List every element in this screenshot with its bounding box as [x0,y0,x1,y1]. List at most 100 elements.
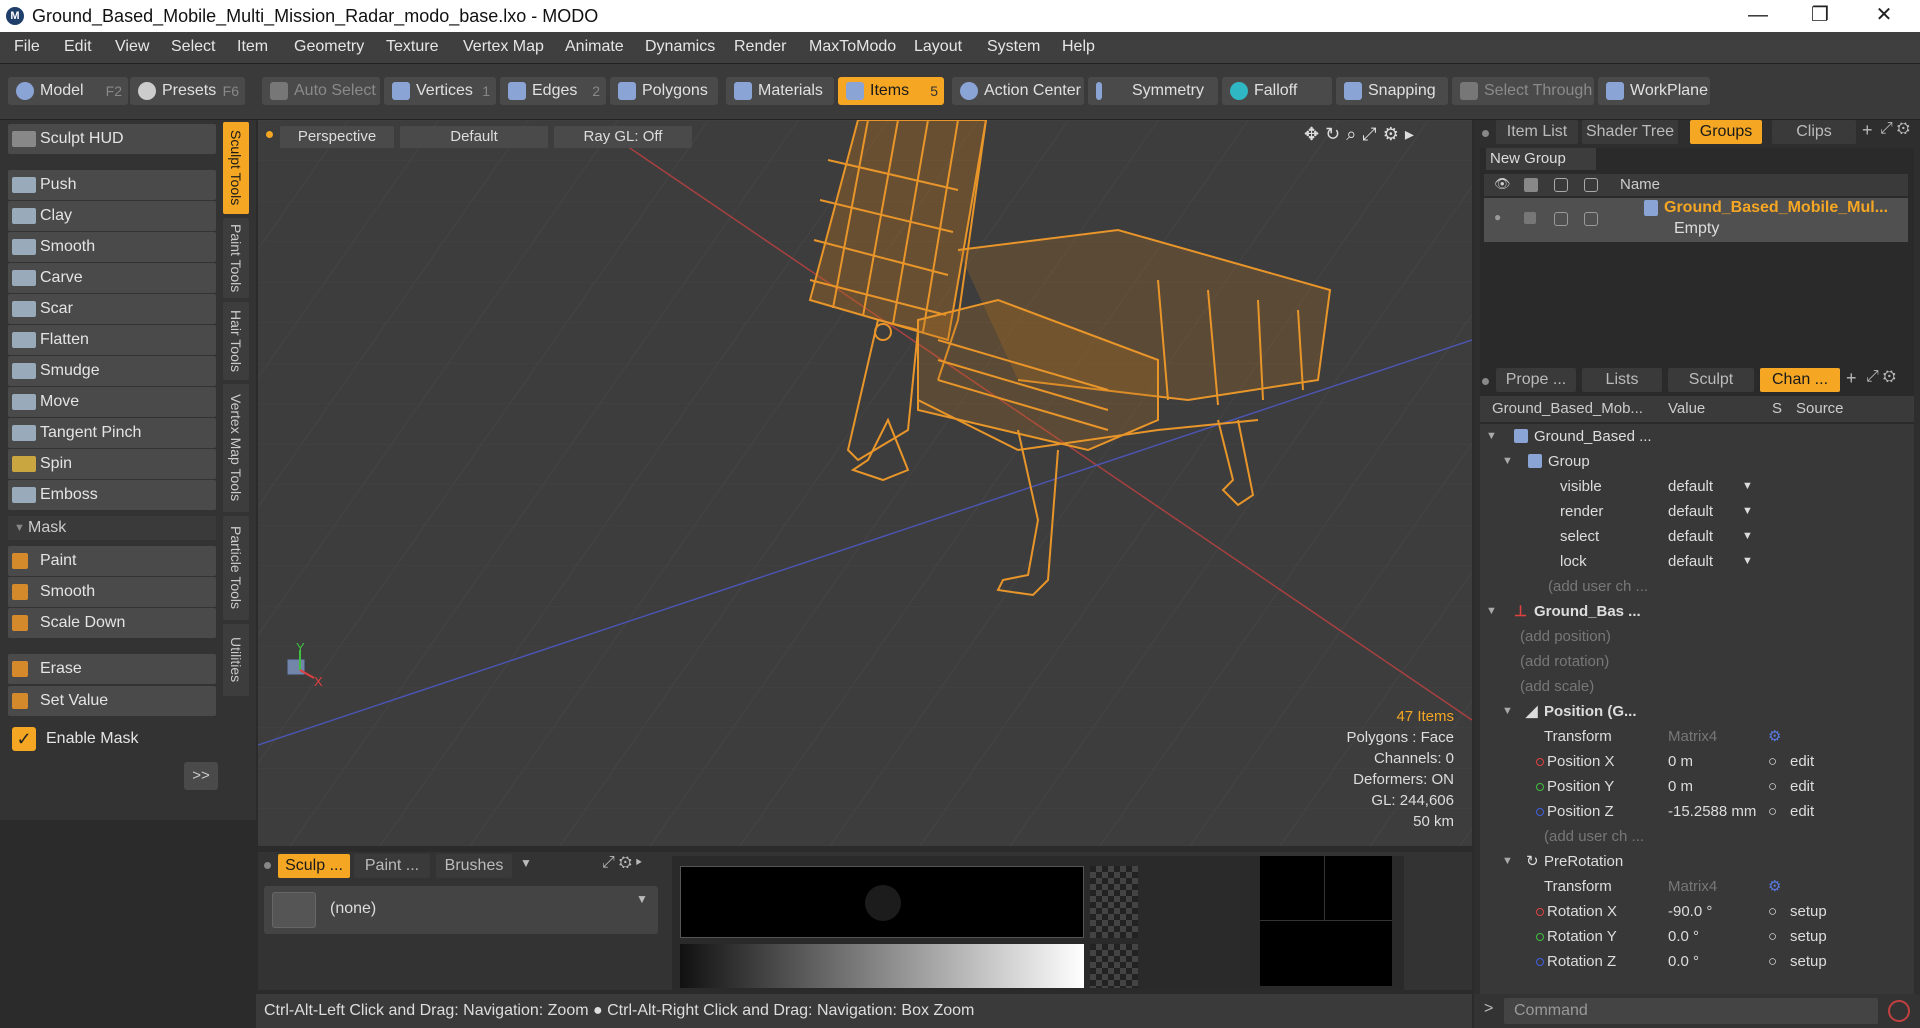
mask-scale-down[interactable]: Scale Down [8,608,216,638]
maximize-icon[interactable]: ⤢ [1880,120,1897,137]
new-group-button[interactable]: New Group [1486,148,1596,170]
tool-carve[interactable]: Carve [8,263,216,293]
menu-file[interactable]: File [14,38,40,56]
falloff-button[interactable]: Falloff [1222,77,1332,105]
channel-value[interactable]: default [1668,549,1713,574]
tool-spin[interactable]: Spin [8,449,216,479]
model-button[interactable]: Model F2 [8,77,128,105]
tool-tangent-pinch[interactable]: Tangent Pinch [8,418,216,448]
close-button[interactable]: ✕ [1856,0,1912,32]
channel-value[interactable]: default [1668,499,1713,524]
set-value-button[interactable]: Set Value [8,686,216,716]
materials-button[interactable]: Materials [726,77,834,105]
tab-properties[interactable]: Prope ... [1496,368,1576,392]
channel-row[interactable]: lock default ▼ [1480,549,1900,574]
group-row[interactable]: ● Ground_Based_Mobile_Mul... Empty [1484,198,1908,242]
channel-value[interactable]: 0.0 ° [1668,949,1699,974]
panel-menu-dot[interactable] [1482,378,1489,385]
menu-geometry[interactable]: Geometry [294,38,364,56]
polygons-button[interactable]: Polygons [610,77,718,105]
channel-row[interactable]: ▼ ⊥ Ground_Bas ... [1480,599,1900,624]
tool-smudge[interactable]: Smudge [8,356,216,386]
panel-menu-dot[interactable] [264,862,271,869]
menu-view[interactable]: View [115,38,149,56]
menu-edit[interactable]: Edit [64,38,92,56]
mask-smooth[interactable]: Smooth [8,577,216,607]
dropdown-arrow-icon[interactable]: ▼ [1742,499,1753,524]
gear-icon[interactable]: ⚙ [1383,124,1405,144]
channel-row[interactable]: select default ▼ [1480,524,1900,549]
expand-icon[interactable]: ▼ [1486,599,1497,624]
restore-button[interactable]: ❐ [1792,0,1848,32]
key-state-icon[interactable]: ○ [1768,774,1777,799]
items-button[interactable]: Items 5 [838,77,944,105]
tab-sculpt-brushes[interactable]: Sculp ... [278,854,350,878]
expand-icon[interactable]: ▼ [1486,424,1497,449]
tab-lists[interactable]: Lists [1582,368,1662,392]
expand-icon[interactable]: ▼ [1502,849,1513,874]
menu-system[interactable]: System [987,38,1040,56]
channel-row[interactable]: Transform Matrix4 ⚙ [1480,724,1900,749]
channel-row[interactable]: (add rotation) [1480,649,1900,674]
maximize-icon[interactable]: ⤢ [602,854,619,871]
channel-value[interactable]: 0 m [1668,749,1693,774]
eye-icon[interactable]: 👁 [1494,176,1511,192]
eye-icon[interactable]: ● [1494,210,1501,224]
channel-row[interactable]: (add position) [1480,624,1900,649]
channel-row[interactable]: ▼ Ground_Based ... [1480,424,1900,449]
edges-button[interactable]: Edges 2 [500,77,606,105]
channel-row[interactable]: visible default ▼ [1480,474,1900,499]
gear-icon[interactable]: ⚙ [1897,120,1914,137]
enable-mask-checkbox[interactable]: ✓ Enable Mask [8,724,216,754]
channel-row[interactable]: ▼ ◢ Position (G... [1480,699,1900,724]
key-state-icon[interactable]: ○ [1768,924,1777,949]
tool-clay[interactable]: Clay [8,201,216,231]
tool-move[interactable]: Move [8,387,216,417]
menu-help[interactable]: Help [1062,38,1095,56]
render-icon[interactable] [1524,178,1538,192]
tab-utilities[interactable]: Utilities [223,624,249,696]
tab-clips[interactable]: Clips [1772,120,1856,144]
viewport-menu-dot[interactable] [266,131,273,138]
dropdown-arrow-icon[interactable]: ▼ [636,892,648,906]
shading-style-dropdown[interactable]: Default [400,126,548,148]
tab-brushes[interactable]: Brushes [436,854,512,878]
auto-select-button[interactable]: Auto Select [262,77,380,105]
mask-header[interactable]: ▼ Mask [8,516,216,540]
symmetry-button[interactable]: Symmetry [1088,77,1218,105]
menu-layout[interactable]: Layout [914,38,962,56]
gear-icon[interactable]: ⚙ [1883,368,1900,385]
view-perspective-dropdown[interactable]: Perspective [280,126,394,148]
select-icon[interactable] [1554,178,1568,192]
tab-vertex-map-tools[interactable]: Vertex Map Tools [223,384,249,512]
action-center-button[interactable]: Action Center [952,77,1084,105]
channel-value[interactable]: 0.0 ° [1668,924,1699,949]
gear-icon[interactable]: ⚙ [1768,724,1781,749]
tool-smooth[interactable]: Smooth [8,232,216,262]
workplane-button[interactable]: WorkPlane [1598,77,1710,105]
zoom-icon[interactable]: ⌕ [1346,124,1362,144]
menu-render[interactable]: Render [734,38,786,56]
channel-row[interactable]: Position Y 0 m ○ edit [1480,774,1900,799]
tab-paint-brushes[interactable]: Paint ... [354,854,430,878]
tab-hair-tools[interactable]: Hair Tools [223,302,249,380]
channel-row[interactable]: Position X 0 m ○ edit [1480,749,1900,774]
channel-row[interactable]: Position Z -15.2588 mm ○ edit [1480,799,1900,824]
dropdown-arrow-icon[interactable]: ▼ [1742,549,1753,574]
presets-button[interactable]: Presets F6 [130,77,245,105]
add-tab-icon[interactable]: + [1862,120,1873,141]
command-input[interactable]: Command [1504,998,1878,1024]
channel-row[interactable]: (add user ch ... [1480,574,1900,599]
channel-row[interactable]: render default ▼ [1480,499,1900,524]
key-state-icon[interactable]: ○ [1768,949,1777,974]
menu-vertex-map[interactable]: Vertex Map [463,38,544,56]
channel-row[interactable]: Rotation X -90.0 ° ○ setup [1480,899,1900,924]
channel-value[interactable]: -90.0 ° [1668,899,1712,924]
tool-flatten[interactable]: Flatten [8,325,216,355]
select-toggle[interactable] [1554,212,1568,226]
tab-shader-tree[interactable]: Shader Tree [1582,120,1678,144]
arrow-right-icon[interactable]: ▸ [1405,124,1420,144]
vertices-button[interactable]: Vertices 1 [384,77,496,105]
expand-button[interactable]: >> [184,762,218,790]
channel-value[interactable]: -15.2588 mm [1668,799,1756,824]
